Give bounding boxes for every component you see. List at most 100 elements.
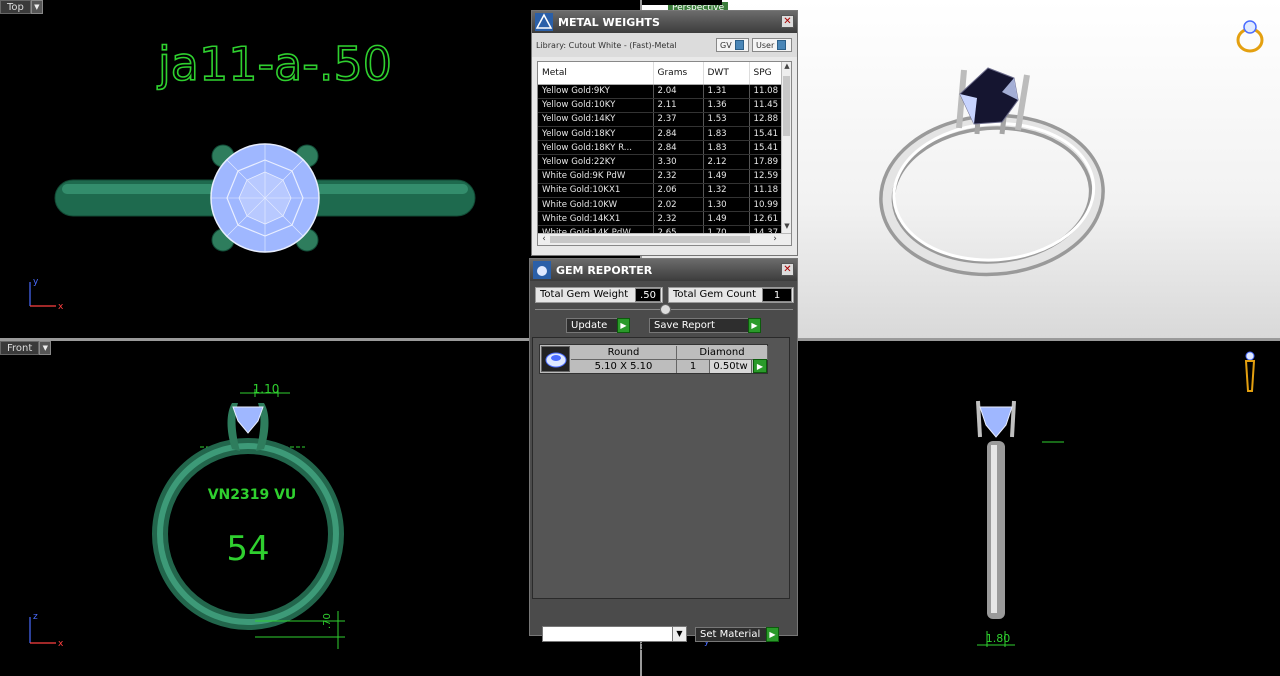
- horizontal-scrollbar[interactable]: ‹ ›: [538, 233, 791, 245]
- diamond-top: [210, 143, 320, 253]
- dimension-top: 1.10: [253, 382, 280, 396]
- diamond-front: [232, 406, 264, 434]
- gem-row[interactable]: Round Diamond 5.10 X 5.10 1 0.50tw ▶: [539, 344, 768, 374]
- table-cell: Yellow Gold:18KY: [538, 126, 654, 142]
- gem-weight: 0.50tw: [710, 360, 752, 373]
- table-cell: 2.04: [653, 84, 704, 99]
- table-cell: 11.45: [749, 98, 786, 113]
- chevron-right-icon: ›: [773, 234, 777, 244]
- table-cell: 1.53: [703, 112, 750, 128]
- table-row[interactable]: Yellow Gold:9KY 2.04 1.31 11.08: [538, 84, 786, 99]
- table-cell: 2.84: [653, 140, 704, 156]
- total-gem-count: Total Gem Count 1: [668, 287, 794, 303]
- chevron-down-icon[interactable]: ▼: [39, 341, 52, 355]
- user-toggle[interactable]: User: [752, 38, 792, 52]
- column-header[interactable]: SPG: [749, 62, 786, 85]
- table-row[interactable]: Yellow Gold:18KY R... 2.84 1.83 15.41: [538, 140, 786, 156]
- gv-toggle[interactable]: GV: [716, 38, 749, 52]
- prong-view-icon[interactable]: [1242, 351, 1258, 397]
- gem-reporter-icon: [533, 261, 551, 279]
- dimension-bottom: 1.80: [986, 632, 1011, 645]
- viewport-label-front[interactable]: Front ▼: [0, 341, 52, 355]
- table-row[interactable]: White Gold:10KW 2.02 1.30 10.99: [538, 197, 786, 213]
- table-cell: 15.41: [749, 126, 786, 142]
- play-icon: ▶: [766, 627, 779, 642]
- chevron-down-icon[interactable]: ▼: [30, 0, 43, 14]
- viewport-label-top[interactable]: Top ▼: [0, 0, 43, 14]
- axis-gizmo-top: y x: [29, 277, 64, 312]
- table-cell: 1.83: [703, 140, 750, 156]
- table-row[interactable]: Yellow Gold:22KY 3.30 2.12 17.89: [538, 154, 786, 170]
- table-cell: White Gold:10KX1: [538, 183, 654, 199]
- play-icon: ▶: [748, 318, 761, 333]
- gem-shape: Round: [571, 346, 677, 360]
- svg-text:x: x: [58, 639, 64, 649]
- table-cell: 1.32: [703, 183, 750, 199]
- table-cell: 1.30: [703, 197, 750, 213]
- gem-size: 5.10 X 5.10: [571, 360, 677, 373]
- table-cell: Yellow Gold:14KY: [538, 112, 654, 128]
- table-cell: 11.18: [749, 183, 786, 199]
- table-row[interactable]: White Gold:14KX1 2.32 1.49 12.61: [538, 211, 786, 227]
- dimension-side: .70: [322, 613, 333, 629]
- table-cell: 1.31: [703, 84, 750, 99]
- column-header[interactable]: Grams: [653, 62, 704, 85]
- table-cell: Yellow Gold:22KY: [538, 154, 654, 170]
- table-cell: 17.89: [749, 154, 786, 170]
- model-name-text: ja11-a-.50: [157, 37, 392, 91]
- close-icon[interactable]: ✕: [781, 15, 794, 28]
- metal-weights-titlebar[interactable]: METAL WEIGHTS ✕: [532, 11, 797, 33]
- update-button[interactable]: Update ▶: [566, 318, 630, 333]
- chevron-up-icon: ▲: [784, 62, 790, 70]
- play-icon: ▶: [617, 318, 630, 333]
- table-cell: 3.30: [653, 154, 704, 170]
- table-cell: White Gold:10KW: [538, 197, 654, 213]
- table-cell: Yellow Gold:18KY R...: [538, 140, 654, 156]
- cad-workspace: ja11-a-.50 y x Top ▼ Perspective 1.10 VN…: [0, 0, 1280, 676]
- vertical-scrollbar[interactable]: ▲ ▼: [781, 62, 791, 234]
- metal-weights-icon: [535, 13, 553, 31]
- total-gem-count-value: 1: [762, 288, 792, 302]
- engraving-text-1: VN2319 VU: [208, 487, 297, 503]
- gem-material: Diamond: [677, 346, 768, 360]
- table-cell: 2.12: [703, 154, 750, 170]
- set-material-button[interactable]: Set Material ▶: [695, 627, 779, 642]
- table-row[interactable]: White Gold:9K PdW 2.32 1.49 12.59: [538, 169, 786, 184]
- table-cell: 1.49: [703, 211, 750, 227]
- table-cell: 1.49: [703, 169, 750, 184]
- table-cell: Yellow Gold:10KY: [538, 98, 654, 113]
- gem-reporter-panel[interactable]: GEM REPORTER ✕ Total Gem Weight .50 Tota…: [529, 258, 798, 653]
- metal-weights-panel[interactable]: METAL WEIGHTS ✕ Library: Cutout White - …: [531, 10, 798, 256]
- table-cell: 2.32: [653, 169, 704, 184]
- divider-handle-icon[interactable]: [660, 304, 671, 315]
- total-gem-weight-value: .50: [635, 288, 661, 302]
- table-row[interactable]: Yellow Gold:18KY 2.84 1.83 15.41: [538, 126, 786, 142]
- gem-list[interactable]: Round Diamond 5.10 X 5.10 1 0.50tw ▶: [532, 337, 790, 599]
- table-row[interactable]: Yellow Gold:10KY 2.11 1.36 11.45: [538, 98, 786, 113]
- table-cell: White Gold:14KX1: [538, 211, 654, 227]
- table-cell: 2.06: [653, 183, 704, 199]
- material-select[interactable]: Diamond (3.52 spg) ▼: [542, 626, 687, 653]
- column-header[interactable]: Metal: [538, 62, 654, 85]
- svg-text:z: z: [33, 612, 38, 622]
- table-cell: White Gold:9K PdW: [538, 169, 654, 184]
- ring-view-icon[interactable]: [1234, 18, 1266, 54]
- table-row[interactable]: White Gold:10KX1 2.06 1.32 11.18: [538, 183, 786, 199]
- svg-text:y: y: [33, 277, 39, 287]
- gem-qty: 1: [677, 360, 710, 373]
- gem-reporter-titlebar[interactable]: GEM REPORTER ✕: [530, 259, 797, 281]
- library-row: Library: Cutout White - (Fast)-Metal GV …: [532, 33, 797, 57]
- close-icon[interactable]: ✕: [781, 263, 794, 276]
- save-report-button[interactable]: Save Report ▶: [649, 318, 761, 333]
- table-cell: Yellow Gold:9KY: [538, 84, 654, 99]
- play-icon[interactable]: ▶: [753, 359, 767, 373]
- table-cell: 2.37: [653, 112, 704, 128]
- round-gem-icon: [541, 346, 570, 372]
- chevron-left-icon: ‹: [542, 234, 546, 244]
- column-header[interactable]: DWT: [703, 62, 750, 85]
- table-cell: 12.88: [749, 112, 786, 128]
- table-cell: 2.32: [653, 211, 704, 227]
- table-row[interactable]: Yellow Gold:14KY 2.37 1.53 12.88: [538, 112, 786, 128]
- table-cell: 15.41: [749, 140, 786, 156]
- metal-weights-table[interactable]: Metal Grams DWT SPG Yellow Gold:9KY 2.04 1.31…: [537, 61, 792, 246]
